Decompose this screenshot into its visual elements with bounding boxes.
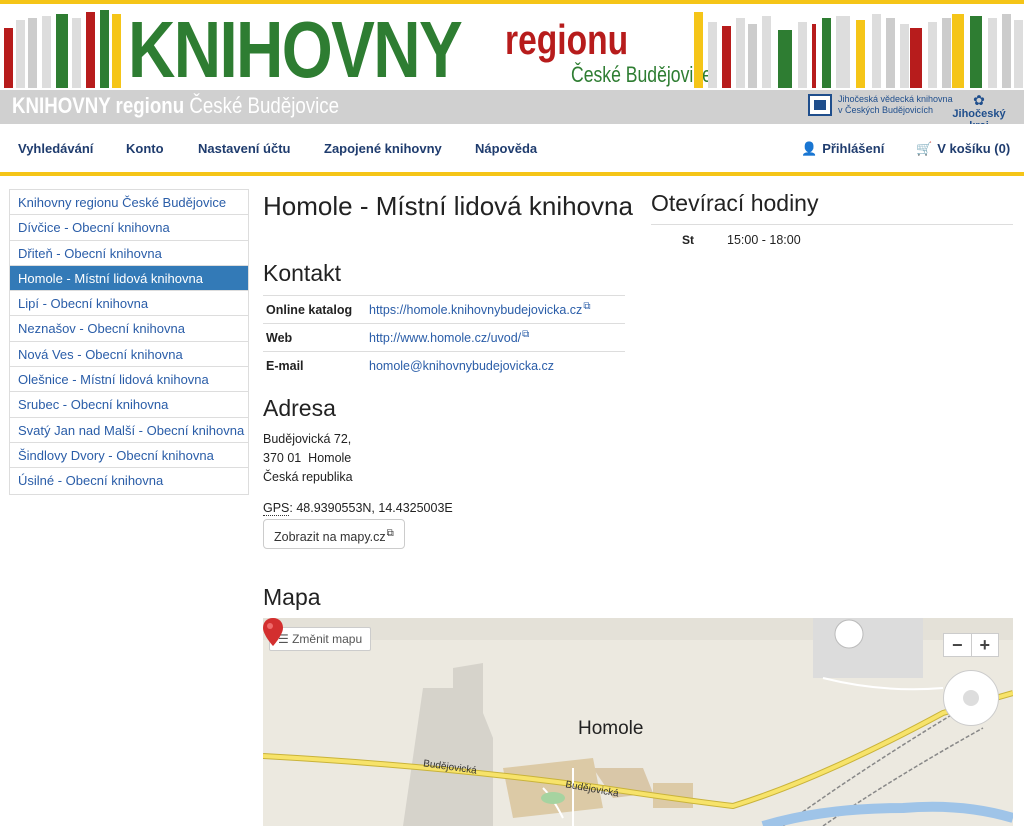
contact-label: Web (263, 323, 369, 352)
contact-row: Web http://www.homole.cz/uvod/⧉ (263, 323, 625, 352)
sidebar-item-active[interactable]: Homole - Místní lidová knihovna (10, 265, 248, 292)
jvk-line1: Jihočeská vědecká knihovna (838, 94, 953, 104)
hours-divider (651, 224, 1013, 225)
sub-title-bold: KNIHOVNY regionu (12, 93, 185, 118)
hours-heading: Otevírací hodiny (651, 190, 819, 216)
jvk-line2: v Českých Budějovicích (838, 105, 934, 115)
zoom-in-button[interactable]: + (972, 634, 999, 656)
external-link-icon: ⧉ (386, 528, 394, 539)
address-city: 370 01 Homole (263, 451, 352, 465)
address-street: Budějovická 72, (263, 432, 352, 446)
sub-header: KNIHOVNY regionu České Budějovice Jihoče… (0, 90, 1024, 132)
sub-header-title[interactable]: KNIHOVNY regionu České Budějovice (12, 93, 339, 119)
banner: KNIHOVNY regionu České Budějovice (0, 0, 1024, 90)
sidebar-item[interactable]: Dřiteň - Obecní knihovna (10, 241, 248, 266)
web-link[interactable]: http://www.homole.cz/uvod/⧉ (369, 323, 625, 352)
address-block: Budějovická 72, 370 01 Homole Česká repu… (263, 430, 353, 487)
address-heading: Adresa (263, 395, 336, 421)
nav-account[interactable]: Konto (126, 141, 164, 156)
main-nav: Vyhledávání Konto Nastavení účtu Zapojen… (0, 124, 1024, 176)
contact-row: E-mail homole@knihovnybudejovicka.cz (263, 351, 625, 380)
map-heading: Mapa (263, 584, 321, 610)
user-icon: 👤 (801, 141, 818, 156)
jvk-logo[interactable]: Jihočeská vědecká knihovna v Českých Bud… (808, 94, 953, 116)
hours-time: 15:00 - 18:00 (727, 233, 801, 247)
contact-heading: Kontakt (263, 260, 341, 286)
books-decoration-right (694, 10, 1024, 88)
contact-label: Online katalog (263, 295, 369, 324)
banner-title: KNIHOVNY (128, 5, 463, 91)
sub-title-thin: České Budějovice (189, 93, 340, 118)
contact-row: Online katalog https://homole.knihovnybu… (263, 295, 625, 324)
change-map-button[interactable]: ☰ Změnit mapu (269, 627, 372, 651)
map-pin-icon[interactable] (263, 618, 283, 646)
gps-abbr: GPS (263, 501, 290, 516)
sidebar-item[interactable]: Knihovny regionu České Budějovice (10, 190, 248, 216)
nav-cart-label: V košíku (0) (937, 141, 1011, 156)
contact-table: Online katalog https://homole.knihovnybu… (263, 295, 625, 380)
cart-icon: 🛒 (916, 141, 933, 156)
gps-value: : 48.9390553N, 14.4325003E (289, 501, 453, 515)
zoom-out-button[interactable]: − (944, 634, 972, 656)
nav-login[interactable]: 👤 Přihlášení (801, 141, 884, 157)
library-list: Knihovny regionu České Budějovice Dívčic… (9, 189, 249, 495)
kraj-emblem-icon: ✿ (973, 92, 985, 108)
compass-control[interactable] (943, 670, 999, 726)
nav-login-label: Přihlášení (822, 141, 885, 156)
zoom-control: − + (943, 633, 999, 657)
compass-center-icon (963, 690, 979, 706)
sidebar-item[interactable]: Dívčice - Obecní knihovna (10, 215, 248, 241)
sidebar-item[interactable]: Srubec - Obecní knihovna (10, 392, 248, 418)
sidebar-item[interactable]: Olešnice - Místní lidová knihovna (10, 367, 248, 393)
sidebar-item[interactable]: Úsilné - Obecní knihovna (10, 468, 248, 493)
map-place-label: Homole (578, 718, 644, 739)
sidebar-item[interactable]: Lipí - Obecní knihovna (10, 291, 248, 317)
banner-city: České Budějovice (571, 62, 712, 87)
books-decoration-left (4, 10, 122, 88)
sidebar-item[interactable]: Šindlovy Dvory - Obecní knihovna (10, 443, 248, 469)
external-link-icon: ⧉ (583, 301, 591, 313)
external-link-icon: ⧉ (522, 329, 530, 341)
sidebar-item[interactable]: Nová Ves - Obecní knihovna (10, 342, 248, 368)
page-title: Homole - Místní lidová knihovna (263, 191, 633, 221)
sidebar-item[interactable]: Neznašov - Obecní knihovna (10, 316, 248, 342)
email-link[interactable]: homole@knihovnybudejovicka.cz (369, 351, 625, 380)
contact-label: E-mail (263, 351, 369, 380)
banner-regionu: regionu (505, 16, 629, 63)
nav-help[interactable]: Nápověda (475, 141, 537, 156)
address-country: Česká republika (263, 470, 353, 484)
nav-search[interactable]: Vyhledávání (18, 141, 93, 156)
hours-day: St (682, 233, 694, 247)
map-view[interactable]: ☰ Změnit mapu − + Homole Budějovická Bud… (263, 618, 1013, 826)
catalog-link[interactable]: https://homole.knihovnybudejovicka.cz⧉ (369, 295, 625, 324)
gps-coordinates: GPS: 48.9390553N, 14.4325003E (263, 501, 453, 516)
nav-cart[interactable]: 🛒 V košíku (0) (916, 141, 1010, 157)
show-on-map-button[interactable]: Zobrazit na mapy.cz⧉ (263, 519, 405, 549)
sidebar-item[interactable]: Svatý Jan nad Malší - Obecní knihovna (10, 418, 248, 443)
nav-libraries[interactable]: Zapojené knihovny (324, 141, 442, 156)
library-icon (808, 94, 832, 116)
nav-account-settings[interactable]: Nastavení účtu (198, 141, 290, 156)
